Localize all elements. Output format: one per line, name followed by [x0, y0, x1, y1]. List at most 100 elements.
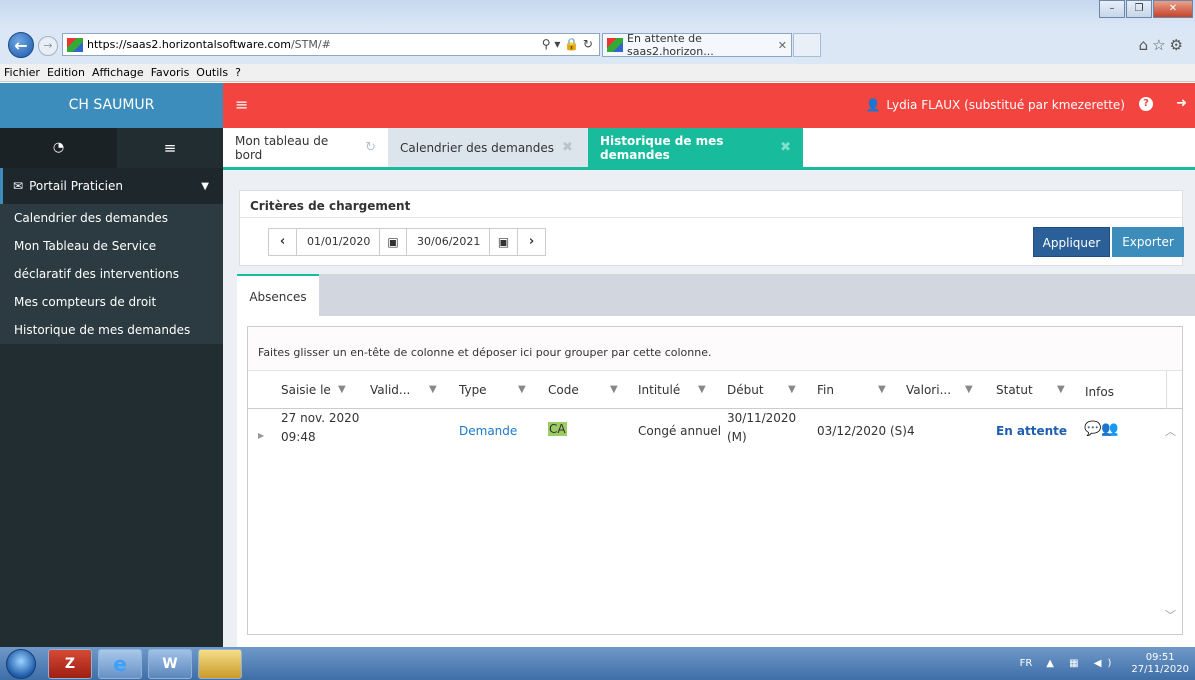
- user-menu[interactable]: 👤 Lydia FLAUX (substitué par kmezerette): [865, 98, 1125, 112]
- start-button[interactable]: [0, 647, 42, 680]
- close-window-button[interactable]: ✕: [1153, 0, 1193, 18]
- header-divider: [1166, 371, 1167, 409]
- language-indicator[interactable]: FR: [1020, 658, 1033, 669]
- sidebar-item-tableau-service[interactable]: Mon Tableau de Service: [0, 232, 223, 260]
- refresh-icon[interactable]: ↻: [365, 140, 376, 155]
- filter-icon[interactable]: ▼: [698, 384, 706, 395]
- date-to-input[interactable]: 30/06/2021: [407, 229, 489, 255]
- column-header-saisie[interactable]: Saisie le ▼: [281, 383, 346, 397]
- column-header-valori[interactable]: Valori... ▼: [906, 383, 973, 397]
- apply-button[interactable]: Appliquer: [1033, 227, 1110, 257]
- menu-fichier[interactable]: Fichier: [4, 66, 40, 79]
- menu-edition[interactable]: Edition: [47, 66, 85, 79]
- saisie-date: 27 nov. 2020: [281, 411, 360, 425]
- cell-type[interactable]: Demande: [459, 422, 517, 441]
- filter-icon[interactable]: ▼: [878, 384, 886, 395]
- group-drop-zone[interactable]: Faites glisser un en-tête de colonne et …: [248, 327, 1182, 371]
- sidebar-item-calendrier[interactable]: Calendrier des demandes: [0, 204, 223, 232]
- sidebar-item-historique[interactable]: Historique de mes demandes: [0, 316, 223, 344]
- status-badge[interactable]: En attente: [996, 422, 1067, 441]
- content-tabs: Mon tableau de bord ↻ Calendrier des dem…: [223, 128, 1195, 170]
- address-bar[interactable]: https://saas2.horizontalsoftware.com /ST…: [62, 33, 600, 56]
- tab-tableau-de-bord[interactable]: Mon tableau de bord ↻: [223, 128, 388, 167]
- filter-icon[interactable]: ▼: [429, 384, 437, 395]
- column-header-type[interactable]: Type ▼: [459, 383, 526, 397]
- site-favicon-icon: [67, 37, 83, 52]
- portal-label: Portail Praticien: [29, 179, 123, 193]
- cell-saisie: 27 nov. 2020 09:48: [281, 409, 359, 447]
- sidebar-item-declaratif[interactable]: déclaratif des interventions: [0, 260, 223, 288]
- search-lock-refresh-icon[interactable]: ⚲ ▾ 🔒 ↻: [542, 37, 593, 51]
- filter-icon[interactable]: ▼: [338, 384, 346, 395]
- close-icon[interactable]: ✖: [780, 140, 791, 155]
- folder-icon[interactable]: [198, 648, 242, 679]
- new-tab-button[interactable]: [793, 33, 821, 57]
- menu-favoris[interactable]: Favoris: [151, 66, 190, 79]
- logout-icon[interactable]: ➜: [1176, 96, 1187, 111]
- word-document-icon[interactable]: W: [148, 648, 192, 679]
- clock[interactable]: 09:51 27/11/2020: [1131, 652, 1189, 676]
- expand-row-icon[interactable]: ▶: [258, 431, 264, 440]
- close-tab-icon[interactable]: ✕: [778, 39, 787, 52]
- menu-outils[interactable]: Outils: [196, 66, 228, 79]
- top-navbar: ≡ 👤 Lydia FLAUX (substitué par kmezerett…: [223, 83, 1195, 128]
- column-label: Infos: [1085, 385, 1114, 399]
- home-star-gear-icon[interactable]: ⌂☆⚙: [1139, 36, 1187, 54]
- tray-icons[interactable]: ▲ ▦ ◀): [1046, 658, 1117, 669]
- brand-logo[interactable]: CH SAUMUR: [0, 83, 223, 128]
- debut-period: (M): [727, 430, 747, 444]
- filter-icon[interactable]: ▼: [518, 384, 526, 395]
- criteria-title: Critères de chargement: [250, 199, 411, 213]
- filter-icon[interactable]: ▼: [1057, 384, 1065, 395]
- cell-code: CA: [548, 420, 567, 439]
- date-from-input[interactable]: 01/01/2020: [297, 229, 379, 255]
- tab-calendrier[interactable]: Calendrier des demandes ✖: [388, 128, 588, 167]
- browser-tab[interactable]: En attente de saas2.horizon... ✕: [602, 32, 792, 58]
- column-header-valid[interactable]: Valid... ▼: [370, 383, 437, 397]
- windows-taskbar: Z e W FR ▲ ▦ ◀) 09:51 27/11/2020: [0, 647, 1195, 680]
- close-icon[interactable]: ✖: [562, 140, 573, 155]
- scroll-down-icon[interactable]: ﹀: [1165, 607, 1176, 623]
- help-icon[interactable]: ?: [1139, 97, 1153, 111]
- column-header-fin[interactable]: Fin ▼: [817, 383, 886, 397]
- clock-time: 09:51: [1145, 651, 1175, 663]
- z-app-icon[interactable]: Z: [48, 648, 92, 679]
- tab-historique[interactable]: Historique de mes demandes ✖: [588, 128, 803, 167]
- calendar-icon[interactable]: ▣: [379, 229, 407, 255]
- table-row[interactable]: ▶ 27 nov. 2020 09:48 Demande CA Congé an…: [248, 409, 1182, 465]
- filter-icon[interactable]: ▼: [965, 384, 973, 395]
- tab-label: Historique de mes demandes: [600, 133, 724, 162]
- column-header-code[interactable]: Code ▼: [548, 383, 618, 397]
- menu-help[interactable]: ?: [235, 66, 241, 79]
- filter-icon[interactable]: ▼: [610, 384, 618, 395]
- tab-label: Mon tableau de bord: [235, 133, 329, 162]
- next-period-button[interactable]: ›: [517, 229, 545, 255]
- column-header-debut[interactable]: Début ▼: [727, 383, 796, 397]
- hamburger-menu-icon[interactable]: ≡: [235, 95, 248, 114]
- column-label: Fin: [817, 383, 834, 397]
- sidebar-item-compteurs[interactable]: Mes compteurs de droit: [0, 288, 223, 316]
- tab-label: Calendrier des demandes: [400, 140, 555, 155]
- menu-affichage[interactable]: Affichage: [92, 66, 144, 79]
- export-button[interactable]: Exporter: [1112, 227, 1184, 257]
- comments-users-icon[interactable]: 💬👥: [1084, 420, 1119, 439]
- sidebar-portal-header[interactable]: ✉ Portail Praticien ▼: [0, 168, 223, 204]
- system-tray: FR ▲ ▦ ◀) 09:51 27/11/2020: [1020, 647, 1195, 680]
- forward-arrow-icon[interactable]: →: [38, 36, 58, 56]
- calendar-icon[interactable]: ▣: [489, 229, 517, 255]
- maximize-button[interactable]: ❐: [1126, 0, 1152, 18]
- dashboard-icon[interactable]: ◔: [0, 128, 117, 168]
- scroll-up-icon[interactable]: ︿: [1165, 423, 1176, 439]
- filter-icon[interactable]: ▼: [788, 384, 796, 395]
- column-header-statut[interactable]: Statut ▼: [996, 383, 1065, 397]
- cell-fin: 03/12/2020 (S): [817, 424, 907, 438]
- column-header-infos: Infos: [1085, 385, 1114, 399]
- windows-logo-icon: [6, 648, 36, 679]
- column-header-intitule[interactable]: Intitulé ▼: [638, 383, 706, 397]
- minimize-button[interactable]: –: [1099, 0, 1125, 18]
- internet-explorer-icon[interactable]: e: [98, 648, 142, 679]
- tab-absences[interactable]: Absences: [237, 274, 319, 316]
- prev-period-button[interactable]: ‹: [269, 229, 297, 255]
- sidebar-menu-icon[interactable]: ≡: [117, 128, 223, 168]
- back-arrow-icon[interactable]: ←: [8, 32, 34, 58]
